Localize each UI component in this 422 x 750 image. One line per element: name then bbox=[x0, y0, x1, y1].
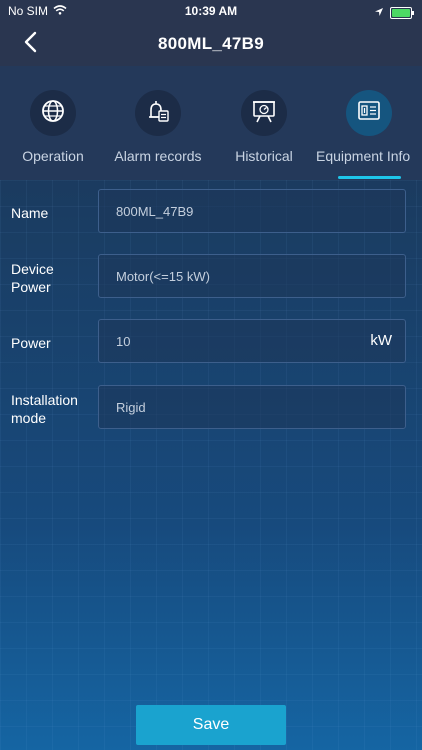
device-panel-icon bbox=[356, 98, 382, 129]
field-label: Device Power bbox=[11, 261, 54, 295]
tab-historical[interactable]: Historical bbox=[229, 66, 299, 180]
save-button[interactable]: Save bbox=[136, 705, 286, 745]
tab-label: Equipment Info bbox=[316, 148, 411, 164]
battery-icon bbox=[390, 7, 414, 19]
tab-label: Alarm records bbox=[114, 148, 202, 164]
nav-bar: 800ML_47B9 bbox=[0, 22, 422, 66]
tab-icon-wrapper bbox=[346, 90, 392, 136]
tab-icon-wrapper bbox=[241, 90, 287, 136]
power-input[interactable]: 10 kW bbox=[98, 319, 406, 363]
alarm-bell-icon bbox=[145, 98, 171, 129]
field-label: Name bbox=[11, 205, 49, 221]
field-label: Installation mode bbox=[11, 392, 78, 426]
tab-bar: Operation Alarm records Historical Equip… bbox=[0, 66, 422, 180]
name-field[interactable]: 800ML_47B9 bbox=[98, 189, 406, 233]
device-power-select[interactable]: Motor(<=15 kW) bbox=[98, 254, 406, 298]
status-right bbox=[374, 4, 414, 22]
status-time: 10:39 AM bbox=[184, 4, 238, 18]
gauge-board-icon bbox=[251, 98, 277, 129]
installation-mode-select[interactable]: Rigid bbox=[98, 385, 406, 429]
field-row-power: Power 10 kW bbox=[0, 319, 422, 365]
location-icon bbox=[374, 4, 384, 22]
power-value: 10 bbox=[116, 333, 131, 349]
field-row-installation-mode: Installation mode Rigid bbox=[0, 385, 422, 431]
tab-label: Operation bbox=[22, 148, 84, 164]
page-title: 800ML_47B9 bbox=[157, 34, 264, 53]
field-label: Power bbox=[11, 335, 51, 351]
field-row-name: Name 800ML_47B9 bbox=[0, 189, 422, 235]
tab-icon-wrapper bbox=[30, 90, 76, 136]
status-bar: No SIM 10:39 AM bbox=[0, 0, 422, 22]
field-row-device-power: Device Power Motor(<=15 kW) bbox=[0, 254, 422, 300]
tab-equipment-info[interactable]: Equipment Info bbox=[316, 66, 422, 180]
tab-alarm-records[interactable]: Alarm records bbox=[108, 66, 208, 180]
tab-icon-wrapper bbox=[135, 90, 181, 136]
tab-label: Historical bbox=[235, 148, 293, 164]
power-unit: kW bbox=[370, 332, 392, 349]
globe-icon bbox=[40, 98, 66, 129]
active-tab-indicator bbox=[338, 176, 401, 179]
tab-operation[interactable]: Operation bbox=[18, 66, 88, 180]
